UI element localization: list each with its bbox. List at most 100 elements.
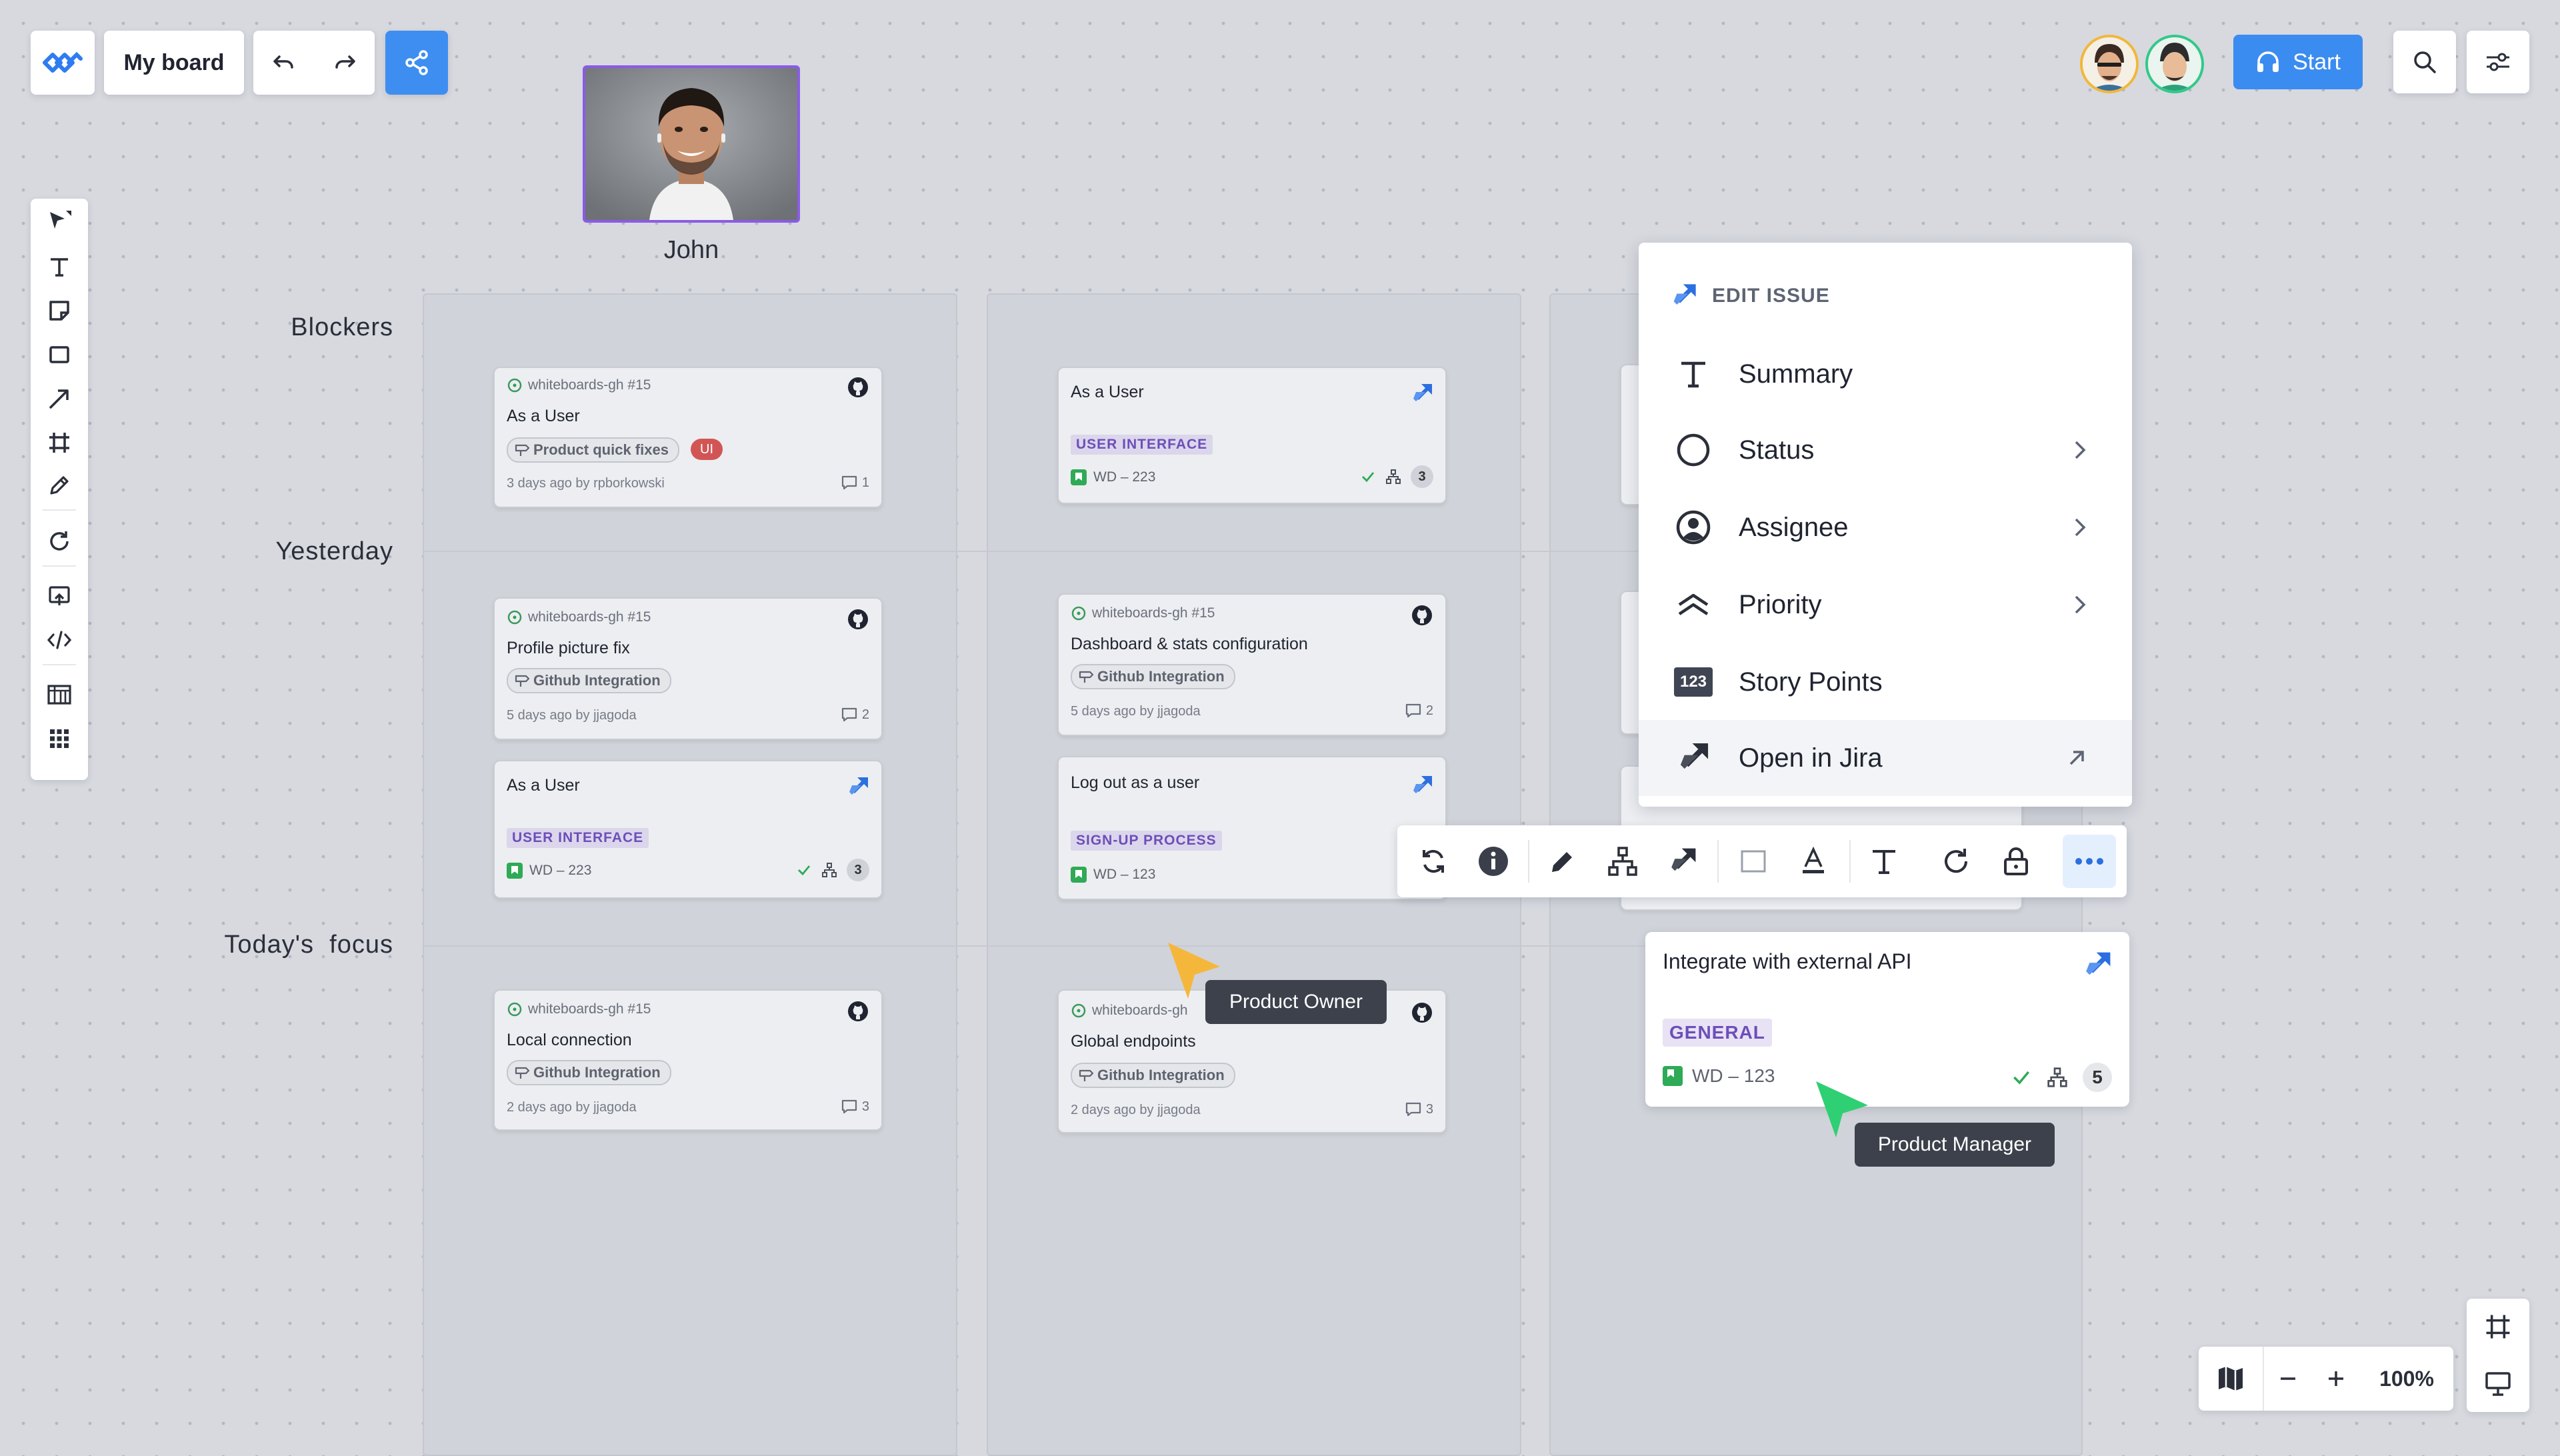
tools-toolbar (31, 199, 88, 780)
avatar[interactable] (2145, 35, 2204, 93)
zoom-in-button[interactable] (2312, 1347, 2360, 1411)
sticky-note-tool[interactable] (31, 291, 88, 331)
search-button[interactable] (2393, 31, 2456, 93)
text-color-button[interactable] (1787, 835, 1840, 888)
issue-key: WD – 123 (1071, 867, 1155, 883)
ui-tag: UI (691, 439, 723, 460)
zoom-out-button[interactable] (2264, 1347, 2312, 1411)
jira-issue-card[interactable]: Log out as a user SIGN-UP PROCESS WD – 1… (1057, 756, 1447, 900)
more-options-button[interactable] (2063, 835, 2116, 888)
issue-label: USER INTERFACE (1071, 435, 1213, 455)
chip-label: Github Integration (533, 672, 661, 689)
hierarchy-button[interactable] (1596, 835, 1649, 888)
frame-tool[interactable] (31, 423, 88, 463)
issue-meta: 3 (796, 859, 869, 881)
edit-button[interactable] (1536, 835, 1589, 888)
comment-icon (841, 1099, 857, 1114)
menu-item-label: Story Points (1739, 667, 1883, 697)
sync-icon (1423, 849, 1444, 873)
info-button[interactable] (1467, 835, 1520, 888)
embed-tool[interactable] (31, 576, 88, 616)
card-title: Local connection (507, 1031, 632, 1049)
menu-heading: EDIT ISSUE (1671, 283, 1830, 309)
jira-icon (1673, 284, 1696, 305)
apps-tool[interactable] (31, 719, 88, 759)
start-label: Start (2293, 49, 2341, 75)
circle-icon (1673, 430, 1713, 470)
person-photo-icon (585, 68, 797, 220)
app-logo-button[interactable] (31, 31, 95, 95)
rotate-button[interactable] (1929, 835, 1983, 888)
text-icon (51, 258, 68, 277)
presentation-button[interactable] (2467, 1356, 2529, 1412)
github-issue-card[interactable]: whiteboards-gh #15 Local connection Gith… (493, 989, 883, 1131)
shape-tool[interactable] (31, 335, 88, 375)
card-title: Dashboard & stats configuration (1071, 635, 1308, 653)
share-button[interactable] (385, 31, 448, 95)
github-issue-card[interactable]: whiteboards-gh #15 Profile picture fix G… (493, 597, 883, 740)
frames-button[interactable] (2467, 1299, 2529, 1355)
menu-item-priority[interactable]: Priority (1639, 567, 2132, 643)
comment-count: 3 (1405, 1101, 1433, 1117)
comment-count: 3 (841, 1099, 869, 1115)
avatar[interactable] (2080, 35, 2139, 93)
menu-item-status[interactable]: Status (1639, 412, 2132, 488)
start-call-button[interactable]: Start (2233, 35, 2363, 89)
undo-button[interactable] (253, 31, 314, 95)
menu-item-story-points[interactable]: 123 Story Points (1639, 644, 2132, 720)
frame-icon (49, 433, 69, 453)
jira-button[interactable] (1656, 835, 1709, 888)
menu-item-label: Priority (1739, 589, 1822, 619)
connector-tool[interactable] (31, 379, 88, 419)
menu-item-summary[interactable]: Summary (1639, 336, 2132, 412)
code-tool[interactable] (31, 620, 88, 660)
chevron-right-icon (2073, 517, 2087, 538)
select-tool[interactable] (31, 203, 88, 243)
text-tool[interactable] (31, 247, 88, 287)
jira-icon (1413, 384, 1432, 401)
lock-button[interactable] (1989, 835, 2043, 888)
user-photo[interactable] (583, 65, 800, 223)
story-icon (1071, 469, 1087, 485)
pen-tool[interactable] (31, 465, 88, 505)
card-source-text: whiteboards-gh #15 (528, 1001, 651, 1017)
lasso-tool[interactable] (31, 521, 88, 561)
project-chip: Github Integration (507, 1060, 671, 1085)
card-source: whiteboards-gh (1071, 1003, 1188, 1019)
presentation-icon (2485, 1372, 2511, 1396)
edit-issue-menu: EDIT ISSUE Summary Status Assignee Prior… (1639, 243, 2132, 807)
github-issue-card[interactable]: whiteboards-gh #15 Dashboard & stats con… (1057, 593, 1447, 736)
zoom-controls: 100% (2199, 1347, 2453, 1411)
menu-item-open-in-jira[interactable]: Open in Jira (1639, 720, 2132, 796)
arrow-icon (49, 389, 69, 409)
github-issue-card[interactable]: whiteboards-gh #15 As a User Product qui… (493, 367, 883, 508)
pencil-icon (50, 476, 69, 495)
border-button[interactable] (1727, 835, 1780, 888)
comment-icon (841, 707, 857, 722)
jira-issue-card[interactable]: As a User USER INTERFACE WD – 223 3 (493, 760, 883, 899)
comment-count-text: 2 (861, 707, 869, 722)
story-icon (507, 863, 523, 879)
jira-issue-card-selected[interactable]: Integrate with external API GENERAL WD –… (1645, 932, 2129, 1107)
card-title: As a User (507, 407, 580, 425)
card-title: Global endpoints (1071, 1032, 1196, 1051)
chip-label: Github Integration (533, 1064, 661, 1081)
settings-button[interactable] (2467, 31, 2529, 93)
github-icon (848, 377, 868, 397)
text-style-button[interactable] (1857, 835, 1911, 888)
row-label-blockers: Blockers (291, 313, 393, 341)
board-title-button[interactable]: My board (104, 31, 244, 95)
zoom-level[interactable]: 100% (2360, 1347, 2453, 1411)
redo-button[interactable] (314, 31, 375, 95)
map-icon (2219, 1367, 2243, 1391)
undo-redo-group (253, 31, 375, 95)
hierarchy-icon (822, 863, 837, 877)
jira-issue-card[interactable]: As a User USER INTERFACE WD – 223 3 (1057, 367, 1447, 504)
jira-icon (1673, 738, 1713, 778)
sync-button[interactable] (1407, 835, 1460, 888)
comment-count: 1 (841, 475, 869, 491)
minimap-button[interactable] (2199, 1347, 2264, 1411)
toolbar-divider (1528, 840, 1529, 883)
menu-item-assignee[interactable]: Assignee (1639, 489, 2132, 565)
table-tool[interactable] (31, 675, 88, 715)
